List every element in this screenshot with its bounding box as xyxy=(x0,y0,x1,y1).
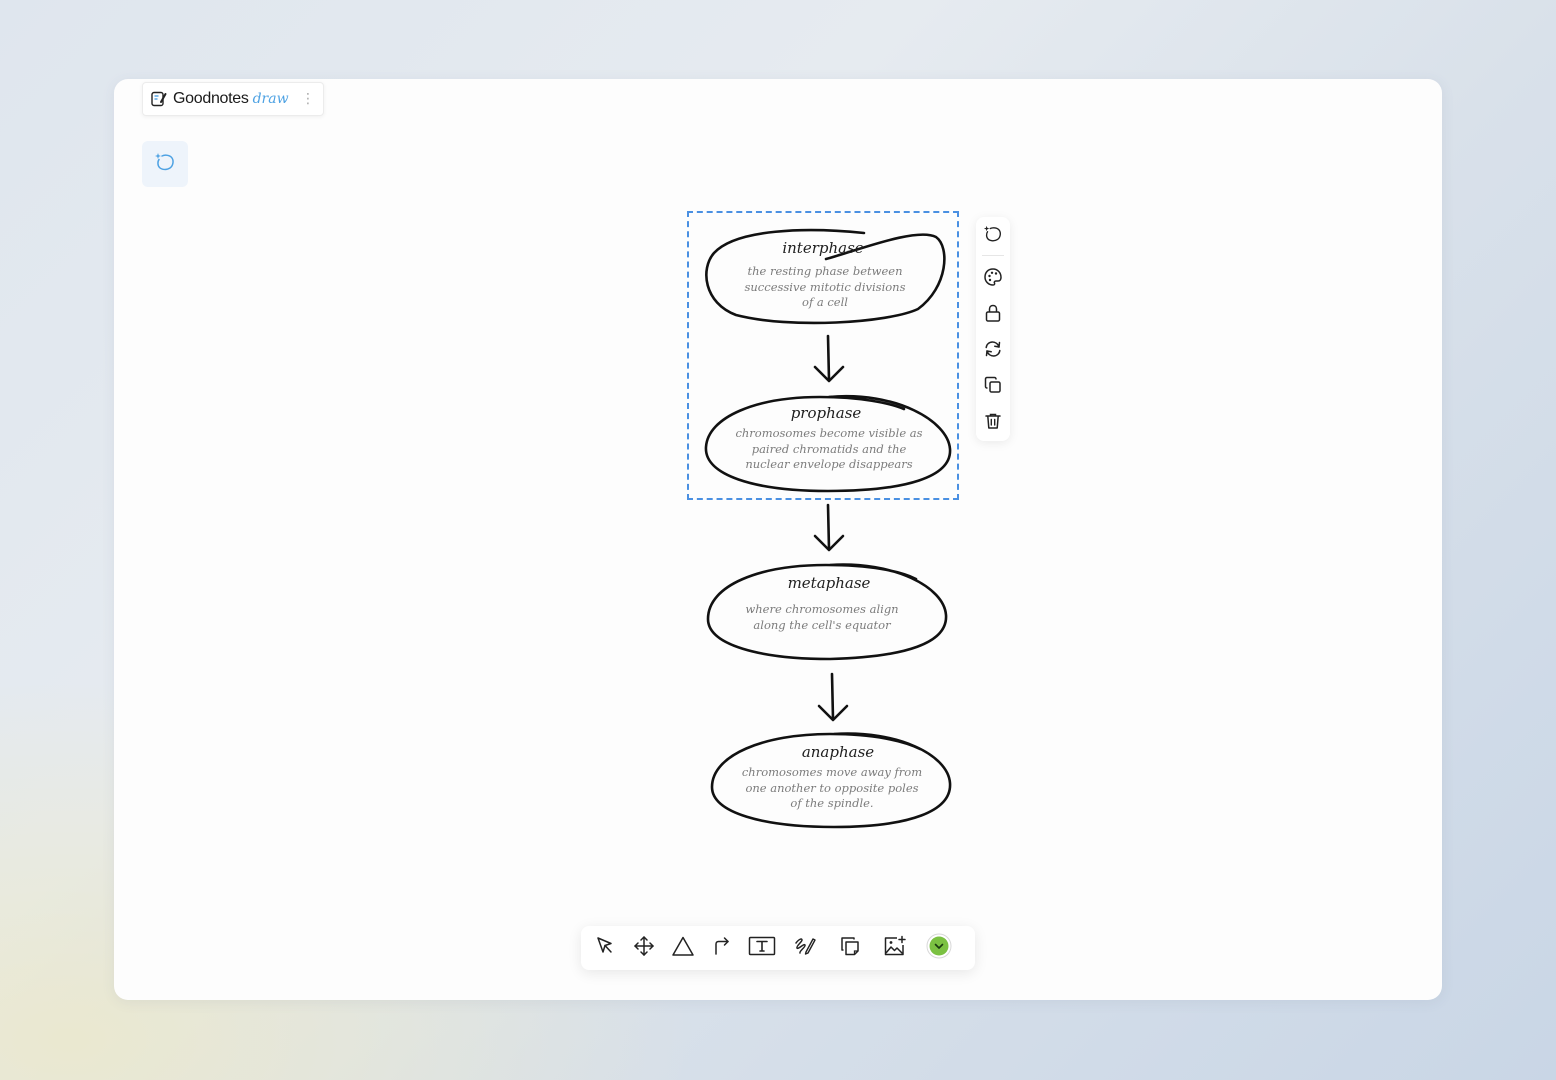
copy-icon xyxy=(983,375,1003,399)
pen-scribble-icon xyxy=(793,935,817,961)
move-tool-button[interactable] xyxy=(632,936,656,960)
shape-tool-button[interactable] xyxy=(671,936,695,960)
regenerate-button[interactable] xyxy=(981,339,1005,363)
refresh-icon xyxy=(983,339,1003,363)
node-title-anaphase: anaphase xyxy=(801,743,875,761)
color-swatch xyxy=(926,933,952,963)
connector-tool-button[interactable] xyxy=(709,936,733,960)
selection-box[interactable] xyxy=(687,211,959,500)
sticky-note-icon xyxy=(839,935,861,961)
color-picker-button[interactable] xyxy=(926,933,952,963)
select-tool-button[interactable] xyxy=(593,936,617,960)
flowchart-arrow xyxy=(813,503,845,552)
delete-button[interactable] xyxy=(981,411,1005,435)
ai-sparkle-shape-icon xyxy=(983,224,1003,248)
node-title-metaphase: metaphase xyxy=(787,574,871,592)
flowchart-arrow xyxy=(817,672,849,722)
main-toolbar xyxy=(581,926,975,970)
selection-toolbar xyxy=(976,217,1010,441)
corner-arrow-icon xyxy=(710,935,732,961)
text-box-icon xyxy=(748,935,776,961)
cursor-arrow-icon xyxy=(594,935,616,961)
toolbar-divider xyxy=(982,255,1004,256)
triangle-icon xyxy=(671,935,695,961)
text-tool-button[interactable] xyxy=(748,936,776,960)
pen-tool-button[interactable] xyxy=(793,936,817,960)
style-button[interactable] xyxy=(981,267,1005,291)
ai-shape-tool-button[interactable] xyxy=(981,224,1005,248)
sticky-note-tool-button[interactable] xyxy=(838,936,862,960)
trash-icon xyxy=(983,411,1003,435)
palette-icon xyxy=(983,267,1003,291)
add-image-icon xyxy=(883,935,907,961)
lock-button[interactable] xyxy=(981,303,1005,327)
app-window: Goodnotes draw ⋮ interphase the resting … xyxy=(114,79,1442,1000)
image-tool-button[interactable] xyxy=(883,935,907,961)
node-description-metaphase: where chromosomes align along the cell's… xyxy=(745,602,899,632)
lock-icon xyxy=(983,303,1003,327)
duplicate-button[interactable] xyxy=(981,375,1005,399)
node-description-anaphase: chromosomes move away from one another t… xyxy=(741,765,923,810)
move-arrows-icon xyxy=(633,935,655,961)
